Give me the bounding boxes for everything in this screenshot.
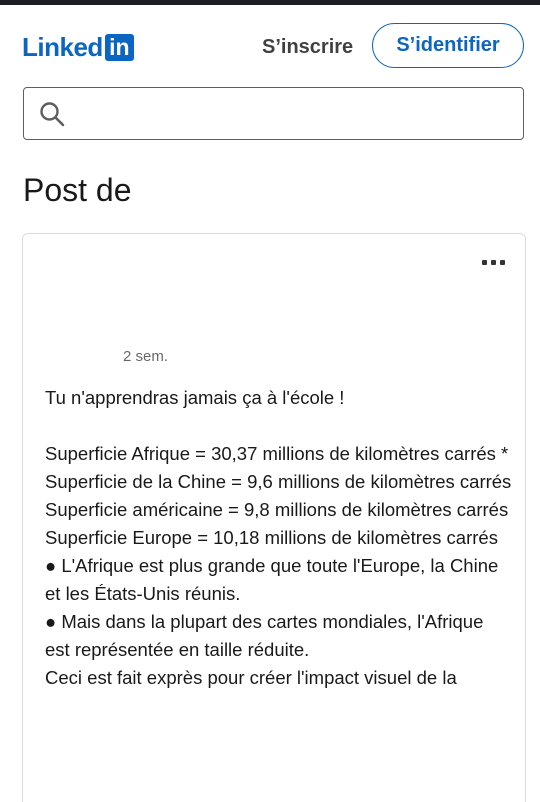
search-input[interactable] <box>80 96 510 130</box>
post-line: Superficie de la Chine = 9,6 millions de… <box>45 471 512 492</box>
header: Linked in S’inscrire S’identifier <box>0 5 540 83</box>
post-line: Superficie Afrique = 30,37 millions de k… <box>45 443 509 464</box>
post-line: ● L'Afrique est plus grande que toute l'… <box>45 555 499 604</box>
post-line: Superficie Europe = 10,18 millions de ki… <box>45 527 498 548</box>
post-line: Superficie américaine = 9,8 millions de … <box>45 499 509 520</box>
linkedin-logo[interactable]: Linked in <box>22 33 134 61</box>
more-options-icon <box>499 259 505 265</box>
post-line: Tu n'apprendras jamais ça à l'école ! <box>45 387 345 408</box>
more-options-icon <box>481 259 487 265</box>
post-timestamp: 2 sem. <box>123 348 169 365</box>
more-options-icon <box>490 259 496 265</box>
post-line: Ceci est fait exprès pour créer l'impact… <box>45 667 457 688</box>
post-body: Tu n'apprendras jamais ça à l'école ! Su… <box>45 384 513 692</box>
post-card: 2 sem. Tu n'apprendras jamais ça à l'éco… <box>22 233 526 802</box>
search-icon <box>40 102 65 127</box>
post-line-gap <box>45 412 513 440</box>
page-title: Post de <box>23 172 132 208</box>
signin-button[interactable]: S’identifier <box>372 23 524 68</box>
more-options-button[interactable] <box>473 252 513 272</box>
search-bar[interactable] <box>23 87 524 140</box>
logo-in-box: in <box>104 33 134 61</box>
post-line: ● Mais dans la plupart des cartes mondia… <box>45 611 484 660</box>
logo-text: Linked <box>22 32 103 62</box>
signup-link[interactable]: S’inscrire <box>262 33 353 61</box>
